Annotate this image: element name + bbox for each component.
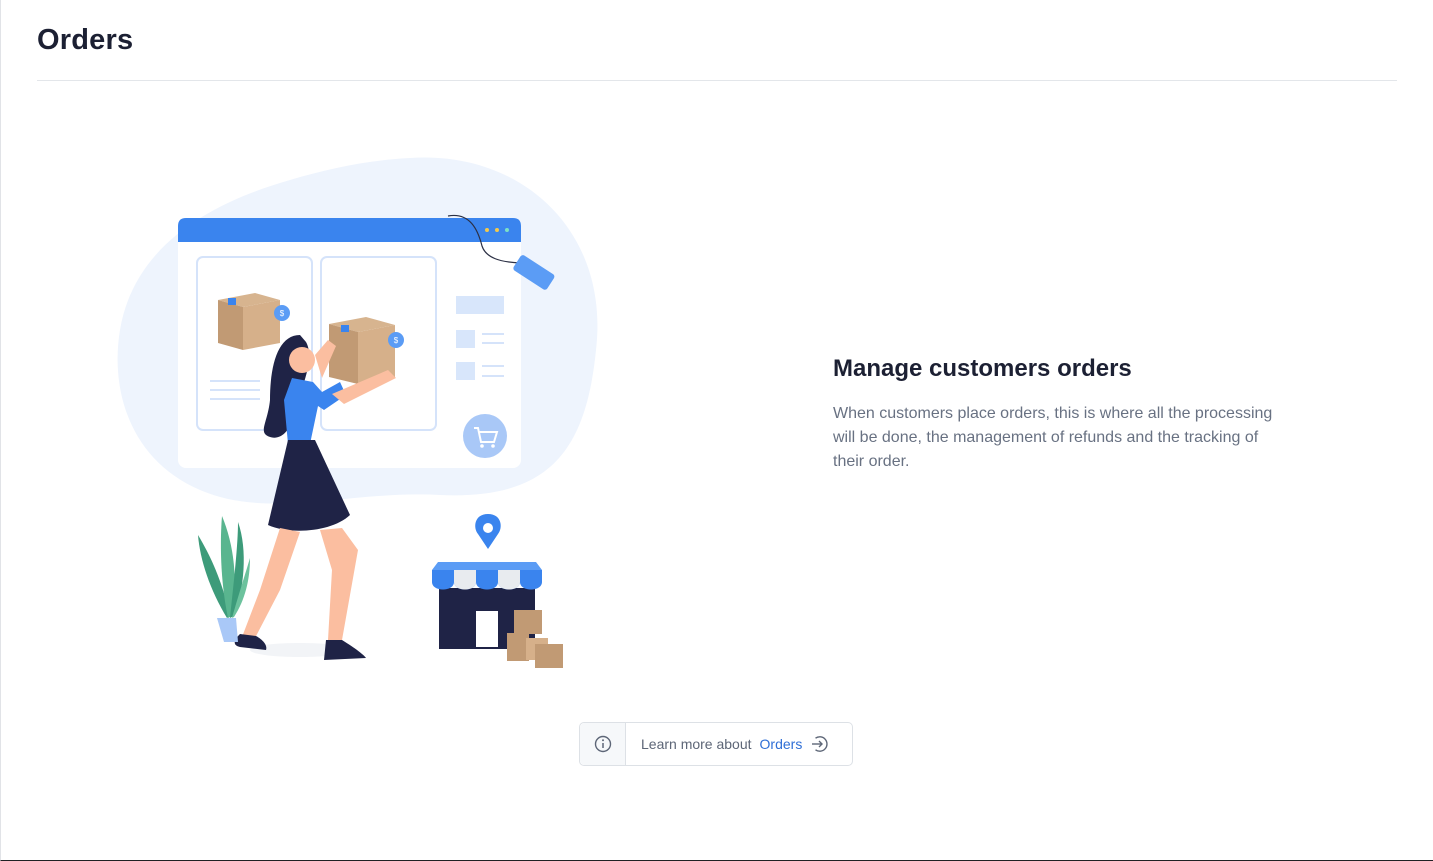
empty-state-description: When customers place orders, this is whe… — [833, 405, 1273, 470]
svg-text:$: $ — [280, 309, 285, 318]
svg-text:$: $ — [394, 336, 399, 345]
header-divider — [37, 80, 1397, 81]
info-circle-icon — [580, 723, 626, 765]
learn-more-link-label[interactable]: Orders — [760, 736, 803, 752]
arrow-circle-right-icon — [810, 735, 828, 753]
learn-more-prefix: Learn more about — [641, 736, 752, 752]
page-title: Orders — [37, 24, 134, 56]
learn-more-box: Learn more about Orders — [579, 722, 853, 766]
empty-state-illustration: $ $ — [110, 150, 610, 680]
learn-more-link[interactable]: Learn more about Orders — [626, 723, 852, 765]
empty-state-title: Manage customers orders — [833, 355, 1132, 382]
